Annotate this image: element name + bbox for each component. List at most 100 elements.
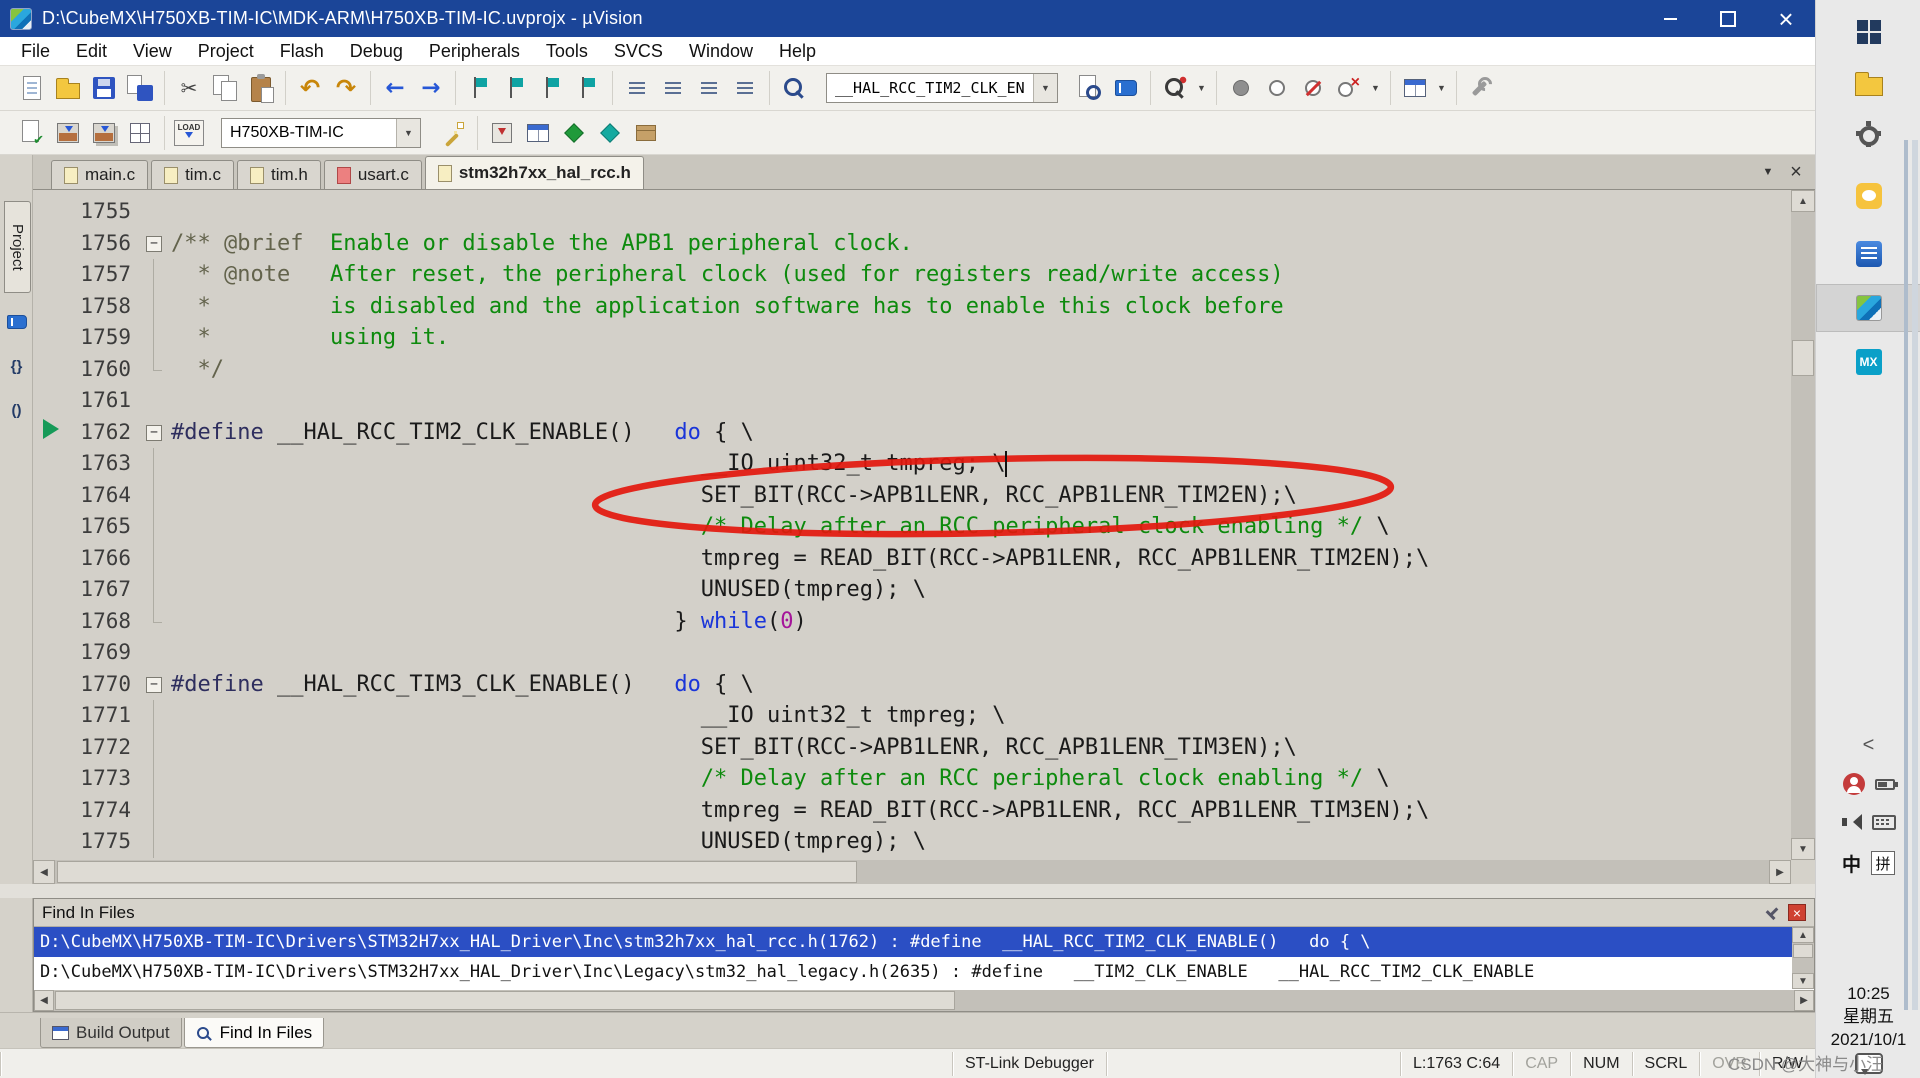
code-line-1773[interactable]: 1773 /* Delay after an RCC peripheral cl…	[33, 763, 1791, 795]
pack-installer-icon[interactable]	[629, 116, 663, 150]
breakpoint-enable-icon[interactable]	[1260, 71, 1294, 105]
comment-icon[interactable]	[692, 71, 726, 105]
code-line-1769[interactable]: 1769	[33, 637, 1791, 669]
results-horizontal-scrollbar[interactable]	[34, 990, 1814, 1011]
code-line-1770[interactable]: 1770− #define __HAL_RCC_TIM3_CLK_ENABLE()…	[33, 669, 1791, 701]
tab-tim.h[interactable]: tim.h	[236, 160, 321, 189]
bottom-tab-build-output[interactable]: Build Output	[40, 1018, 182, 1048]
scroll-thumb[interactable]	[1792, 340, 1814, 376]
file-explorer-button[interactable]	[1816, 60, 1920, 108]
code-line-1760[interactable]: 1760 */	[33, 353, 1791, 386]
bookmark-prev-icon[interactable]	[499, 71, 533, 105]
manage-rte-icon[interactable]	[557, 116, 591, 150]
navigate-forward-icon[interactable]: →	[414, 71, 448, 105]
bookmark-clear-icon[interactable]	[571, 71, 605, 105]
open-file-icon[interactable]	[51, 71, 85, 105]
find-panel-close-button[interactable]	[1788, 904, 1806, 921]
code-line-1763[interactable]: 1763 __IO uint32_t tmpreg; \	[33, 448, 1791, 480]
fold-collapse-box[interactable]: −	[146, 424, 162, 441]
code-line-1771[interactable]: 1771 __IO uint32_t tmpreg; \	[33, 700, 1791, 732]
minimize-button[interactable]	[1641, 0, 1699, 37]
uncomment-icon[interactable]	[728, 71, 762, 105]
keyboard-icon[interactable]	[1871, 814, 1896, 830]
menu-svcs[interactable]: SVCS	[601, 37, 676, 66]
scroll-up-button[interactable]	[1792, 927, 1814, 943]
indent-left-icon[interactable]	[620, 71, 654, 105]
menu-tools[interactable]: Tools	[533, 37, 601, 66]
templates-pane-icon[interactable]	[0, 395, 33, 425]
tab-usart.c[interactable]: usart.c	[323, 160, 422, 189]
find-result-row[interactable]: D:\CubeMX\H750XB-TIM-IC\Drivers\STM32H7x…	[34, 927, 1792, 957]
debug-windows-icon[interactable]	[1398, 71, 1432, 105]
build-icon[interactable]	[51, 116, 85, 150]
search-scope-caret[interactable]: ▼	[1194, 71, 1209, 105]
scroll-up-button[interactable]	[1791, 190, 1815, 212]
code-line-1765[interactable]: 1765 /* Delay after an RCC peripheral cl…	[33, 511, 1791, 543]
bottom-tab-find-in-files[interactable]: Find In Files	[183, 1018, 325, 1048]
tab-close-button[interactable]	[1785, 161, 1807, 183]
cut-icon[interactable]: ✂	[172, 71, 206, 105]
menu-window[interactable]: Window	[676, 37, 766, 66]
tab-list-dropdown[interactable]	[1757, 161, 1779, 183]
debug-session-icon[interactable]	[521, 116, 555, 150]
panel-splitter[interactable]	[0, 884, 1815, 898]
breakpoint-disable-icon[interactable]	[1296, 71, 1330, 105]
menu-view[interactable]: View	[120, 37, 185, 66]
target-options-icon[interactable]	[436, 116, 470, 150]
find-result-row[interactable]: D:\CubeMX\H750XB-TIM-IC\Drivers\STM32H7x…	[34, 957, 1792, 987]
menu-edit[interactable]: Edit	[63, 37, 120, 66]
scroll-right-button[interactable]	[1769, 860, 1791, 884]
configure-wrench-icon[interactable]	[1464, 71, 1498, 105]
find-icon[interactable]	[1109, 71, 1143, 105]
scroll-thumb[interactable]	[55, 991, 955, 1010]
copy-icon[interactable]	[208, 71, 242, 105]
paste-icon[interactable]	[244, 71, 278, 105]
code-line-1755[interactable]: 1755	[33, 196, 1791, 228]
navigate-back-icon[interactable]: ←	[378, 71, 412, 105]
breakpoint-kill-icon[interactable]	[1332, 71, 1366, 105]
fold-collapse-box[interactable]: −	[146, 235, 162, 252]
code-line-1761[interactable]: 1761	[33, 385, 1791, 417]
tab-main.c[interactable]: main.c	[51, 160, 149, 189]
tab-stm32h7xx_hal_rcc.h[interactable]: stm32h7xx_hal_rcc.h	[424, 156, 644, 189]
target-select-combo[interactable]: H750XB-TIM-IC	[221, 117, 421, 148]
code-line-1767[interactable]: 1767 UNUSED(tmpreg); \	[33, 574, 1791, 606]
scroll-right-button[interactable]	[1794, 990, 1814, 1011]
code-line-1764[interactable]: 1764 SET_BIT(RCC->APB1LENR, RCC_APB1LENR…	[33, 479, 1791, 512]
menu-file[interactable]: File	[8, 37, 63, 66]
new-file-icon[interactable]	[15, 71, 49, 105]
bookmark-toggle-icon[interactable]	[463, 71, 497, 105]
menu-debug[interactable]: Debug	[337, 37, 416, 66]
find-in-files-icon[interactable]	[777, 71, 811, 105]
save-all-icon[interactable]	[123, 71, 157, 105]
debug-windows-caret[interactable]: ▼	[1434, 71, 1449, 105]
code-line-1768[interactable]: 1768 } while(0)	[33, 605, 1791, 638]
code-line-1775[interactable]: 1775 UNUSED(tmpreg); \	[33, 826, 1791, 858]
code-line-1772[interactable]: 1772 SET_BIT(RCC->APB1LENR, RCC_APB1LENR…	[33, 731, 1791, 764]
code-line-1757[interactable]: 1757 * @note After reset, the peripheral…	[33, 259, 1791, 291]
indent-right-icon[interactable]	[656, 71, 690, 105]
batch-build-icon[interactable]	[123, 116, 157, 150]
redo-icon[interactable]: ↷	[329, 71, 363, 105]
translate-icon[interactable]	[15, 116, 49, 150]
speaker-icon[interactable]	[1841, 814, 1862, 830]
code-line-1766[interactable]: 1766 tmpreg = READ_BIT(RCC->APB1LENR, RC…	[33, 542, 1791, 575]
code-line-1774[interactable]: 1774 tmpreg = READ_BIT(RCC->APB1LENR, RC…	[33, 794, 1791, 827]
start-button[interactable]	[1816, 8, 1920, 56]
editor-vertical-scrollbar[interactable]	[1791, 190, 1815, 860]
project-pane-tab[interactable]: Project	[4, 201, 31, 293]
results-vertical-scrollbar[interactable]	[1792, 927, 1814, 989]
breakpoint-toggle-icon[interactable]	[1224, 71, 1258, 105]
menu-help[interactable]: Help	[766, 37, 829, 66]
scroll-down-button[interactable]	[1792, 973, 1814, 989]
person-tray-icon[interactable]	[1842, 773, 1865, 795]
scroll-left-button[interactable]	[34, 990, 54, 1011]
menu-peripherals[interactable]: Peripherals	[416, 37, 533, 66]
code-line-1758[interactable]: 1758 * is disabled and the application s…	[33, 290, 1791, 323]
find-text-combo[interactable]: __HAL_RCC_TIM2_CLK_EN	[826, 73, 1058, 103]
incremental-find-icon[interactable]	[1073, 71, 1107, 105]
code-line-1762[interactable]: 1762− #define __HAL_RCC_TIM2_CLK_ENABLE()…	[33, 417, 1791, 449]
target-combo-dropdown[interactable]	[396, 118, 420, 147]
battery-icon[interactable]	[1874, 778, 1898, 790]
download-icon[interactable]: LOAD	[172, 116, 206, 150]
